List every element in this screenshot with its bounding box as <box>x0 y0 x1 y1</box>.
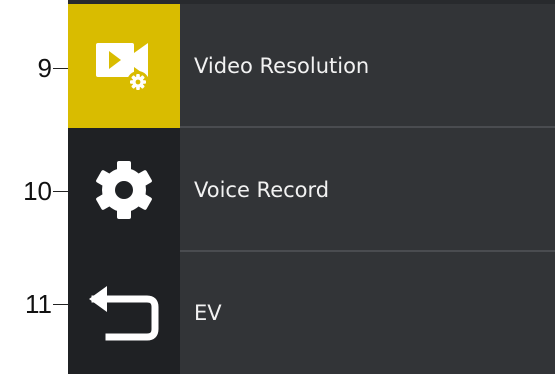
callout-9: 9 <box>0 48 68 88</box>
menu-item-label: Video Resolution <box>194 54 370 78</box>
menu-item-label-cell: Voice Record <box>180 128 555 252</box>
menu-item-label: EV <box>194 301 222 325</box>
callout-11: 11 <box>0 284 68 324</box>
video-settings-icon <box>96 43 149 93</box>
menu-screen: 9 10 11 Video Resolution Voice Record EV <box>0 0 555 374</box>
menu-item-ev[interactable]: EV <box>68 252 555 374</box>
callout-leader-line <box>53 304 68 305</box>
gear-icon <box>96 161 152 219</box>
callout-number: 9 <box>37 53 52 83</box>
menu-item-label-cell: EV <box>180 252 555 374</box>
menu-item-label-cell: Video Resolution <box>180 4 555 128</box>
callout-leader-line <box>53 191 68 192</box>
menu-item-icon-cell <box>68 252 180 374</box>
menu-item-label: Voice Record <box>194 178 330 202</box>
callout-10: 10 <box>0 171 68 211</box>
menu-item-voice-record[interactable]: Voice Record <box>68 128 555 252</box>
callout-number: 10 <box>23 176 52 206</box>
callout-leader-line <box>53 68 68 69</box>
menu-item-icon-cell <box>68 128 180 252</box>
menu-item-video-resolution[interactable]: Video Resolution <box>68 4 555 128</box>
settings-menu: Video Resolution Voice Record EV <box>68 0 555 374</box>
back-arrow-icon <box>89 286 159 341</box>
menu-item-icon-cell <box>68 4 180 128</box>
callout-number: 11 <box>25 289 52 319</box>
